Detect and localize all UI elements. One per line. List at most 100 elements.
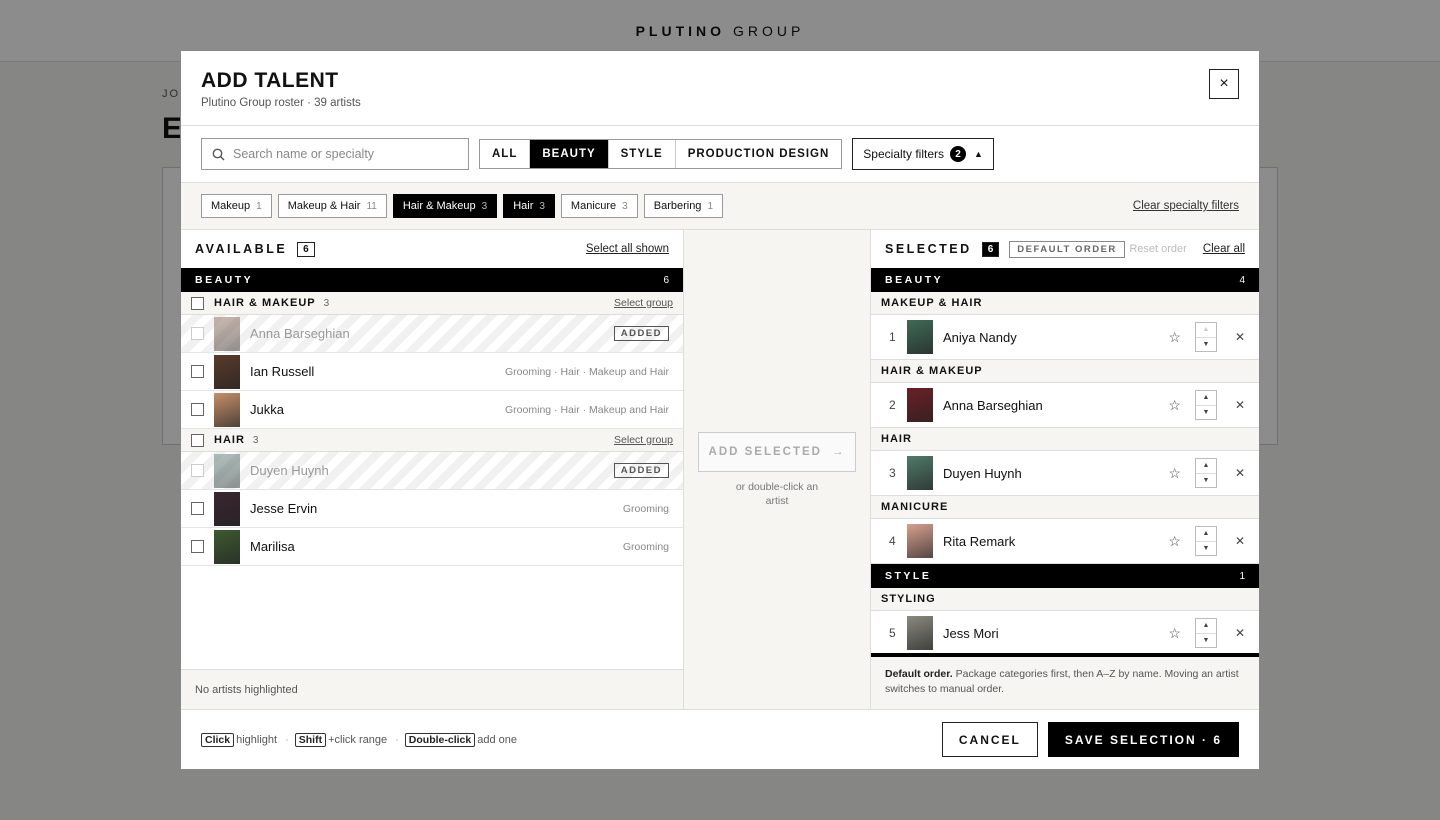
star-icon[interactable]: ☆ (1168, 625, 1181, 642)
chip-count: 3 (481, 200, 488, 212)
artist-name: Duyen Huynh (943, 465, 1022, 481)
chip-label: Hair & Makeup (402, 200, 476, 212)
selected-row[interactable]: 4 Rita Remark ☆ ▲ ▼ ✕ (871, 519, 1259, 564)
save-selection-button[interactable]: SAVE SELECTION · 6 (1047, 722, 1239, 757)
artist-row[interactable]: Jukka Grooming · Hair · Makeup and Hair (181, 391, 683, 429)
reorder-stepper: ▲ ▼ (1194, 322, 1217, 352)
move-down-icon[interactable]: ▼ (1196, 474, 1216, 488)
kbd-double-click: Double-click (404, 732, 476, 747)
specialty-chip[interactable]: Barbering 1 (643, 194, 723, 218)
artist-avatar (907, 320, 933, 354)
selected-header: SELECTED 6 DEFAULT ORDER Reset order Cle… (871, 230, 1259, 268)
available-pane: AVAILABLE 6 Select all shown BEAUTY 6 HA… (181, 230, 684, 709)
select-all-shown-link[interactable]: Select all shown (586, 243, 669, 255)
chip-label: Manicure (570, 200, 617, 212)
group-header: HAIR & MAKEUP 3 Select group (181, 292, 683, 315)
artist-name: Marilisa (250, 539, 295, 554)
move-down-icon[interactable]: ▼ (1196, 406, 1216, 420)
chip-count: 3 (622, 200, 628, 212)
artist-avatar (907, 524, 933, 558)
remove-icon[interactable]: ✕ (1235, 330, 1245, 344)
star-icon[interactable]: ☆ (1168, 329, 1181, 346)
remove-icon[interactable]: ✕ (1235, 466, 1245, 480)
reorder-stepper: ▲ ▼ (1194, 526, 1217, 556)
artist-row[interactable]: Marilisa Grooming (181, 528, 683, 566)
select-group-link[interactable]: Select group (614, 297, 673, 309)
move-up-icon[interactable]: ▲ (1195, 323, 1216, 338)
artist-row[interactable]: Jesse Ervin Grooming (181, 490, 683, 528)
reset-order-link[interactable]: Reset order (1129, 243, 1186, 255)
add-talent-modal: ADD TALENT Plutino Group roster · 39 art… (180, 50, 1260, 770)
cancel-button[interactable]: CANCEL (941, 722, 1038, 757)
search-input[interactable] (233, 147, 453, 161)
close-button[interactable]: × (1209, 69, 1239, 99)
artist-checkbox[interactable] (191, 540, 204, 553)
reorder-stepper: ▲ ▼ (1194, 618, 1217, 648)
specialty-chip[interactable]: Hair & Makeup 3 (392, 194, 498, 218)
specialty-chips: Makeup 1 Makeup & Hair 11 Hair & Makeup 3 Hair… (181, 183, 1259, 230)
clear-all-link[interactable]: Clear all (1203, 243, 1245, 255)
move-up-icon[interactable]: ▲ (1195, 391, 1216, 406)
specialty-chip[interactable]: Manicure 3 (560, 194, 638, 218)
artist-checkbox[interactable] (191, 365, 204, 378)
category-count: 4 (1239, 274, 1245, 286)
add-selected-button[interactable]: ADD SELECTED → (698, 432, 856, 472)
move-up-icon[interactable]: ▲ (1195, 527, 1216, 542)
specialty-subheader: MANICURE (871, 496, 1259, 519)
move-down-icon[interactable]: ▼ (1196, 634, 1216, 648)
chip-count: 11 (366, 200, 377, 212)
star-icon[interactable]: ☆ (1168, 533, 1181, 550)
category-label: STYLE (885, 570, 932, 582)
remove-icon[interactable]: ✕ (1235, 398, 1245, 412)
chip-count: 1 (256, 200, 262, 212)
artist-avatar (907, 456, 933, 490)
tab-style[interactable]: STYLE (609, 140, 676, 168)
order-number: 5 (889, 626, 896, 640)
tab-production-design[interactable]: PRODUCTION DESIGN (676, 140, 842, 168)
highlight-status: No artists highlighted (181, 669, 683, 709)
move-down-icon[interactable]: ▼ (1196, 542, 1216, 556)
selected-row[interactable]: 1 Aniya Nandy ☆ ▲ ▼ ✕ (871, 315, 1259, 360)
artist-row[interactable]: Duyen Huynh ADDED (181, 452, 683, 490)
modal-footer: Click highlight · Shift +click range · D… (181, 709, 1259, 769)
artist-row[interactable]: Ian Russell Grooming · Hair · Makeup and … (181, 353, 683, 391)
tab-all[interactable]: ALL (480, 140, 531, 168)
remove-icon[interactable]: ✕ (1235, 534, 1245, 548)
transfer-controls: ADD SELECTED → or double-click an artist (684, 230, 871, 709)
select-group-link[interactable]: Select group (614, 434, 673, 446)
modal-subtitle: Plutino Group roster · 39 artists (201, 97, 361, 109)
specialty-filters-button[interactable]: Specialty filters 2 ▲ (852, 138, 994, 170)
artist-row[interactable]: Anna Barseghian ADDED (181, 315, 683, 353)
selected-row[interactable]: 5 Jess Mori ☆ ▲ ▼ ✕ (871, 611, 1259, 653)
move-up-icon[interactable]: ▲ (1195, 619, 1216, 634)
specialty-chip[interactable]: Makeup 1 (201, 194, 272, 218)
artist-checkbox[interactable] (191, 502, 204, 515)
selected-pane: SELECTED 6 DEFAULT ORDER Reset order Cle… (871, 230, 1259, 709)
artist-avatar (907, 388, 933, 422)
selected-row[interactable]: 3 Duyen Huynh ☆ ▲ ▼ ✕ (871, 451, 1259, 496)
star-icon[interactable]: ☆ (1168, 397, 1181, 414)
remove-icon[interactable]: ✕ (1235, 626, 1245, 640)
selected-row[interactable]: 2 Anna Barseghian ☆ ▲ ▼ ✕ (871, 383, 1259, 428)
group-checkbox[interactable] (191, 433, 204, 447)
specialty-chip[interactable]: Hair 3 (503, 194, 555, 218)
move-down-icon[interactable]: ▼ (1196, 338, 1216, 352)
selected-title: SELECTED (885, 242, 972, 256)
group-checkbox[interactable] (191, 296, 204, 310)
group-label: HAIR & MAKEUP (214, 297, 316, 309)
tab-beauty[interactable]: BEAUTY (530, 140, 609, 168)
modal-title: ADD TALENT (201, 69, 339, 92)
search-box (201, 138, 469, 170)
order-number: 1 (889, 330, 896, 344)
specialty-chip[interactable]: Makeup & Hair 11 (277, 194, 387, 218)
available-count: 6 (297, 241, 315, 257)
star-icon[interactable]: ☆ (1168, 465, 1181, 482)
category-bar-beauty: BEAUTY 6 (181, 268, 683, 292)
available-header: AVAILABLE 6 Select all shown (181, 230, 683, 268)
move-up-icon[interactable]: ▲ (1195, 459, 1216, 474)
close-icon: × (1219, 75, 1229, 92)
category-label: BEAUTY (195, 274, 254, 286)
clear-specialty-filters-link[interactable]: Clear specialty filters (1133, 200, 1239, 212)
artist-checkbox[interactable] (191, 403, 204, 416)
artist-avatar (214, 453, 240, 488)
